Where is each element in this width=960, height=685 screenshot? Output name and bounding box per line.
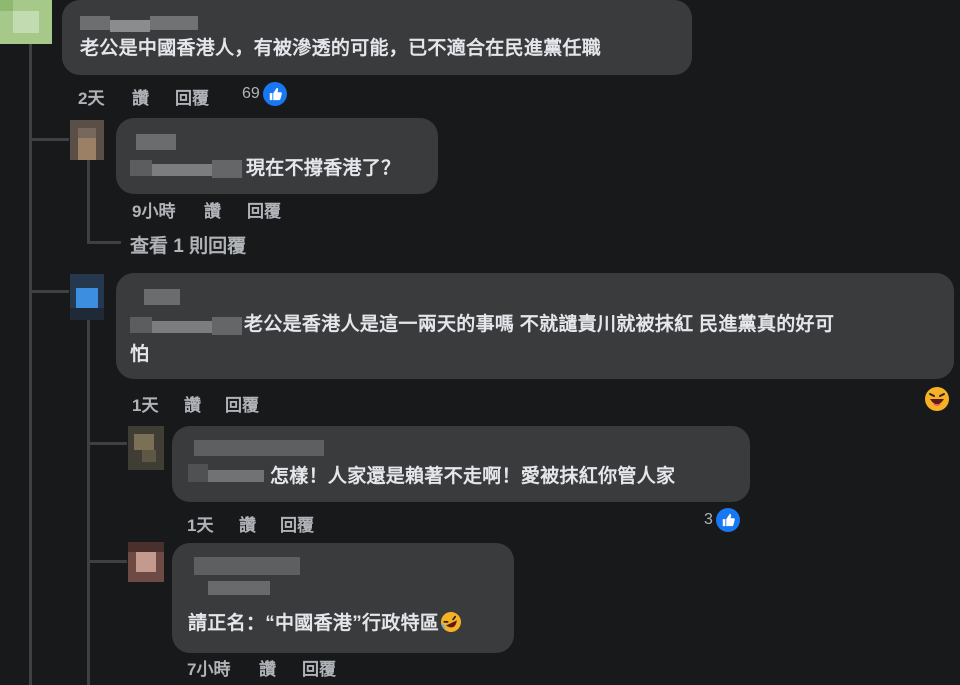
like-button[interactable]: 讚 xyxy=(204,197,221,222)
thread-line-branch-5 xyxy=(87,560,127,563)
reply-button[interactable]: 回覆 xyxy=(302,655,336,680)
author-name-blurred[interactable] xyxy=(188,557,318,605)
comment-text-line-2: 怕 xyxy=(130,344,150,365)
comment-bubble: 怎樣！人家還是賴著不走啊！愛被抹紅你管人家 xyxy=(172,426,750,502)
like-icon xyxy=(262,82,287,106)
rofl-emoji-icon xyxy=(441,612,462,632)
like-button[interactable]: 讚 xyxy=(259,655,276,680)
reply-button[interactable]: 回覆 xyxy=(225,391,259,416)
avatar[interactable] xyxy=(128,542,164,582)
like-button[interactable]: 讚 xyxy=(239,511,256,536)
reaction-count[interactable]: 3 xyxy=(704,508,740,532)
thread-line-sub-1 xyxy=(87,156,90,244)
thread-line-main xyxy=(29,42,32,290)
timestamp[interactable]: 7小時 xyxy=(187,655,230,680)
thread-line-left-edge xyxy=(29,290,32,685)
comment-bubble: 老公是中國香港人，有被滲透的可能，已不適合在民進黨任職 xyxy=(62,0,692,75)
avatar[interactable] xyxy=(70,120,104,160)
author-name-blurred[interactable] xyxy=(130,289,242,335)
timestamp[interactable]: 9小時 xyxy=(132,197,175,222)
comment-text: 請正名：“中國香港”行政特區 xyxy=(188,609,462,639)
like-button[interactable]: 讚 xyxy=(184,391,201,416)
comment-actions: 1天 讚 回覆 xyxy=(132,391,432,415)
view-replies-link[interactable]: 查看 1 則回覆 xyxy=(130,231,246,258)
comment-actions: 2天 讚 回覆 xyxy=(78,84,378,108)
comment-actions: 9小時 讚 回覆 xyxy=(132,197,432,221)
author-name-blurred[interactable] xyxy=(130,134,242,180)
thread-line-branch-3 xyxy=(29,290,69,293)
reply-button[interactable]: 回覆 xyxy=(280,511,314,536)
reply-button[interactable]: 回覆 xyxy=(175,84,209,109)
comment-text: 怎樣！人家還是賴著不走啊！愛被抹紅你管人家 xyxy=(270,466,676,487)
reaction-count[interactable]: 69 xyxy=(242,82,287,106)
avatar[interactable] xyxy=(128,426,164,470)
view-replies-connector xyxy=(87,241,121,244)
comment-bubble: 現在不撐香港了？ xyxy=(116,118,438,194)
comment-actions: 7小時 讚 回覆 xyxy=(187,655,487,679)
thread-line-sub-3 xyxy=(87,316,90,685)
timestamp[interactable]: 2天 xyxy=(78,84,104,109)
like-button[interactable]: 讚 xyxy=(132,84,149,109)
reply-button[interactable]: 回覆 xyxy=(247,197,281,222)
author-name-blurred[interactable] xyxy=(80,16,198,34)
comment-bubble: 請正名：“中國香港”行政特區 xyxy=(172,543,514,653)
thread-line-branch-4 xyxy=(87,442,127,445)
avatar[interactable] xyxy=(0,0,52,44)
timestamp[interactable]: 1天 xyxy=(187,511,213,536)
timestamp[interactable]: 1天 xyxy=(132,391,158,416)
comment-bubble: 老公是香港人是這一兩天的事嗎 不就譴責川就被抹紅 民進黨真的好可 怕 xyxy=(116,273,954,379)
comment-text-line-1: 老公是香港人是這一兩天的事嗎 不就譴責川就被抹紅 民進黨真的好可 xyxy=(244,314,835,335)
like-icon xyxy=(715,508,740,532)
avatar[interactable] xyxy=(70,274,104,320)
haha-emoji-icon xyxy=(925,387,949,411)
comment-text: 老公是中國香港人，有被滲透的可能，已不適合在民進黨任職 xyxy=(80,38,602,59)
comment-actions: 1天 讚 回覆 xyxy=(187,511,487,535)
comment-text: 現在不撐香港了？ xyxy=(246,158,401,179)
reaction-count[interactable] xyxy=(924,386,950,412)
thread-line-branch-1 xyxy=(29,138,69,141)
